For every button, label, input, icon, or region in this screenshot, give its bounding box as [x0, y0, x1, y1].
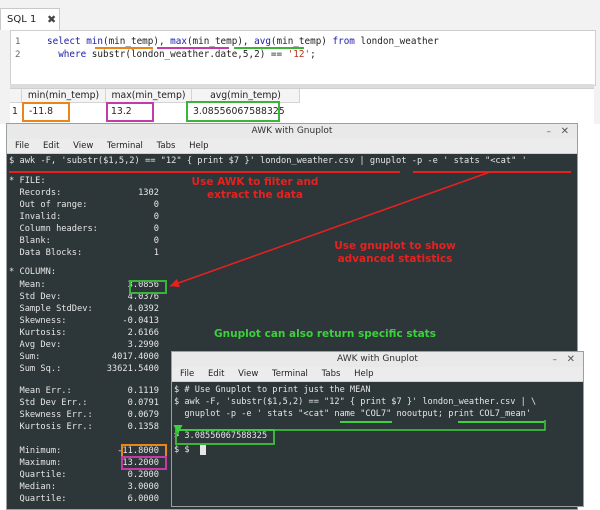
- arrow-to-output: [173, 420, 546, 434]
- arrow-to-mean: [169, 171, 491, 288]
- annotation-arrows: [169, 171, 546, 434]
